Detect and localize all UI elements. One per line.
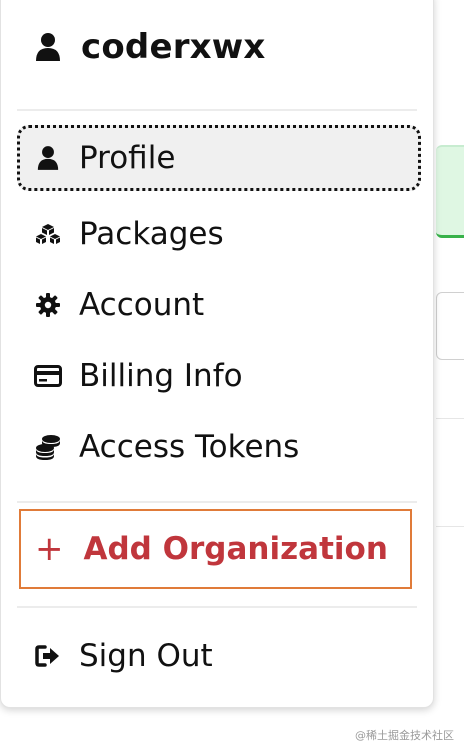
user-header: coderxwx xyxy=(33,25,266,69)
divider xyxy=(17,606,417,608)
add-organization-label: Add Organization xyxy=(83,531,388,567)
menu-item-label: Billing Info xyxy=(79,358,243,394)
sign-out-icon xyxy=(33,641,63,671)
divider xyxy=(17,109,417,111)
menu-item-label: Sign Out xyxy=(79,638,213,674)
coins-icon xyxy=(33,432,63,462)
add-organization-button[interactable]: + Add Organization xyxy=(19,509,412,589)
background-divider xyxy=(436,526,464,527)
sign-out-button[interactable]: Sign Out xyxy=(17,626,421,686)
menu-item-label: Account xyxy=(79,287,205,323)
watermark: @稀土掘金技术社区 xyxy=(355,729,454,742)
user-dropdown-menu: coderxwx Profile Packages Account Billin… xyxy=(0,0,434,708)
user-icon xyxy=(33,32,63,62)
menu-item-label: Profile xyxy=(79,140,176,176)
menu-item-label: Access Tokens xyxy=(79,429,300,465)
credit-card-icon xyxy=(33,361,63,391)
menu-item-billing-info[interactable]: Billing Info xyxy=(17,346,421,406)
menu-item-account[interactable]: Account xyxy=(17,275,421,335)
menu-item-access-tokens[interactable]: Access Tokens xyxy=(17,417,421,477)
menu-item-label: Packages xyxy=(79,216,224,252)
menu-item-profile[interactable]: Profile xyxy=(17,125,421,191)
username: coderxwx xyxy=(81,27,266,67)
background-card xyxy=(436,145,464,238)
plus-icon: + xyxy=(35,529,64,569)
gear-icon xyxy=(33,290,63,320)
background-divider xyxy=(436,418,464,419)
page: coderxwx Profile Packages Account Billin… xyxy=(0,0,464,753)
divider xyxy=(17,501,417,503)
user-icon xyxy=(33,143,63,173)
cubes-icon xyxy=(33,219,63,249)
background-input xyxy=(436,292,464,360)
menu-item-packages[interactable]: Packages xyxy=(17,204,421,264)
